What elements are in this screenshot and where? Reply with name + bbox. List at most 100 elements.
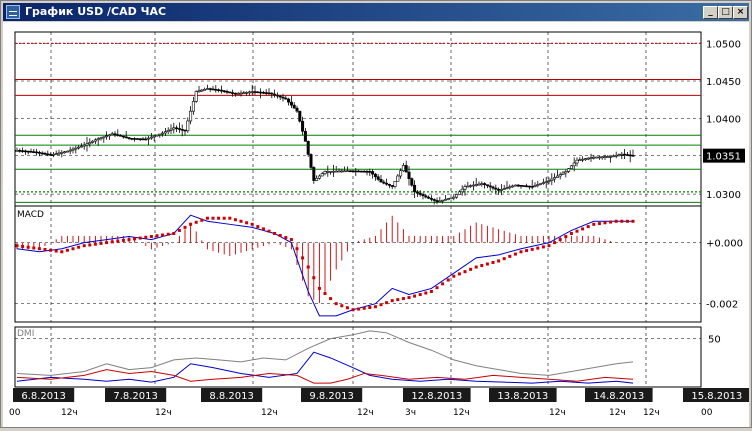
price-candle-body [323, 171, 327, 175]
macd-signal-point [295, 247, 299, 251]
title-bar[interactable]: График USD /CAD ЧАС _ □ × [3, 3, 749, 21]
price-candle-body [460, 188, 464, 193]
price-candle-body [219, 89, 223, 92]
price-candle-body [49, 154, 53, 156]
macd-signal-point [480, 264, 484, 268]
price-tick-1.0450: 1.0450 [706, 77, 741, 88]
price-candle-body [281, 96, 285, 99]
macd-signal-point [149, 235, 153, 239]
macd-signal-point [245, 221, 249, 225]
price-candle-body [236, 93, 240, 95]
price-candle-body [40, 152, 44, 155]
price-candle-body [452, 196, 456, 199]
minimize-button[interactable]: _ [703, 6, 718, 19]
macd-signal-point [407, 296, 411, 300]
price-candle-body [231, 92, 235, 94]
macd-signal-point [603, 221, 607, 225]
price-candle-body [399, 170, 403, 177]
macd-signal-point [200, 218, 204, 222]
macd-signal-point [469, 267, 473, 271]
price-candle-body [539, 183, 543, 185]
price-candle-body [18, 150, 22, 152]
price-candle-body [508, 186, 512, 189]
price-candle-body [51, 153, 55, 156]
macd-signal-point [435, 286, 439, 290]
macd-tick-minus: -0.002 [706, 300, 738, 311]
price-candle-body [166, 130, 170, 133]
macd-signal-point [329, 297, 333, 301]
macd-signal-point [32, 246, 36, 250]
price-candle-body [74, 147, 78, 150]
window-title: График USD /CAD ЧАС [25, 5, 167, 18]
price-candle-body [611, 155, 615, 158]
chart-area[interactable]: 1.0500 1.0450 1.0400 1.0351 1.0300 MACD … [3, 22, 751, 427]
macd-signal-point [144, 235, 148, 239]
dmi-panel[interactable]: DMI 50 [14, 326, 721, 388]
maximize-button[interactable]: □ [718, 6, 733, 19]
macd-tick-zero: +0.000 [706, 239, 743, 250]
price-candle-body [200, 89, 204, 92]
macd-signal-point [379, 303, 383, 307]
macd-signal-point [189, 222, 193, 226]
price-candle-body [71, 148, 75, 151]
price-candle-body [625, 154, 629, 156]
price-candle-body [345, 170, 349, 173]
price-candle-body [581, 158, 585, 161]
macd-panel[interactable]: MACD +0.000 -0.002 [14, 205, 743, 323]
price-candle-body [303, 130, 307, 142]
price-candle-body [415, 191, 419, 194]
price-candle-body [88, 142, 92, 145]
price-candle-body [43, 153, 47, 155]
price-candle-body [396, 175, 400, 182]
price-candle-body [289, 101, 293, 106]
price-candle-body [292, 104, 296, 109]
macd-signal-point [54, 249, 58, 253]
price-candle-body [499, 189, 503, 191]
price-candle-body [592, 156, 596, 159]
macd-signal-point [133, 237, 137, 241]
macd-signal-point [239, 219, 243, 223]
price-candle-body [474, 184, 478, 186]
price-candle-body [547, 180, 551, 182]
price-candle-body [343, 170, 347, 173]
price-candle-body [306, 141, 310, 155]
macd-signal-point [620, 219, 624, 223]
price-candle-body [233, 92, 237, 95]
price-candle-body [264, 92, 268, 94]
price-candle-body [29, 151, 33, 153]
macd-signal-point [250, 222, 254, 226]
price-candle-body [617, 154, 621, 157]
price-candle-body [121, 135, 125, 138]
price-candle-body [491, 186, 495, 189]
macd-signal-point [357, 307, 361, 311]
price-candle-body [32, 151, 36, 153]
close-button[interactable]: × [733, 6, 748, 19]
price-candle-body [443, 199, 447, 201]
macd-signal-point [401, 297, 405, 301]
macd-signal-point [161, 233, 165, 237]
price-candle-body [102, 136, 106, 139]
price-candle-body [569, 165, 573, 169]
price-candle-body [180, 128, 184, 131]
price-panel[interactable]: 1.0500 1.0450 1.0400 1.0351 1.0300 [14, 31, 745, 223]
price-candle-body [267, 92, 271, 95]
macd-signal-point [497, 259, 501, 263]
price-candle-body [99, 137, 103, 140]
price-candle-body [494, 187, 498, 190]
price-candle-body [110, 133, 114, 136]
price-candle-body [85, 143, 89, 146]
macd-signal-point [446, 278, 450, 282]
price-candle-body [441, 199, 445, 202]
price-candle-body [116, 134, 120, 136]
macd-signal-point [441, 282, 445, 286]
hour-label-7: 12ч [549, 408, 566, 418]
price-tick-1.0500: 1.0500 [706, 39, 741, 50]
price-candle-body [172, 127, 176, 130]
price-candle-body [186, 120, 190, 132]
price-candle-body [351, 170, 355, 173]
price-candle-body [331, 170, 335, 173]
hour-label-6: 12ч [453, 408, 470, 418]
date-label-3: 9.8.2013 [309, 391, 354, 402]
chart-svg[interactable]: 1.0500 1.0450 1.0400 1.0351 1.0300 MACD … [3, 22, 751, 427]
macd-signal-point [222, 216, 226, 220]
